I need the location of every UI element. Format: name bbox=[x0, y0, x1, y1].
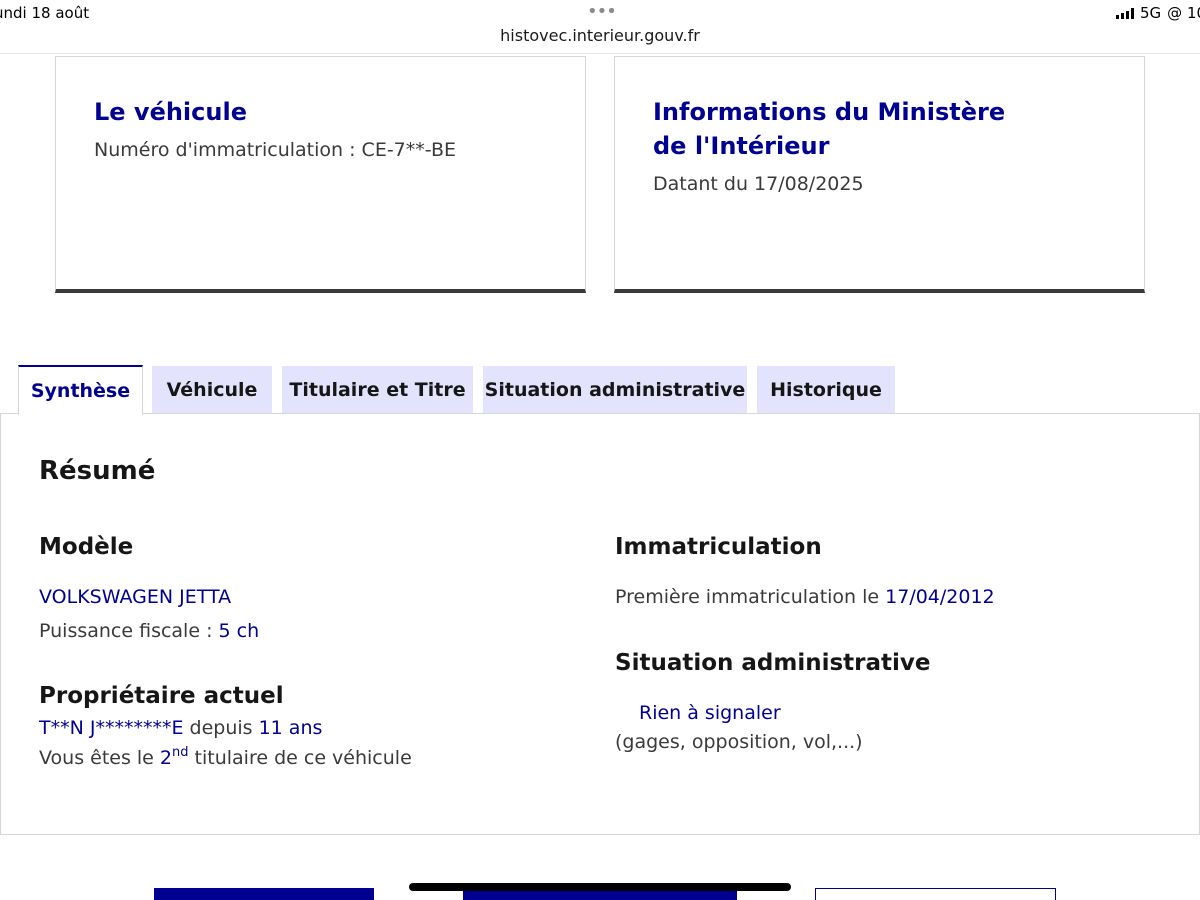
tab-vehicule[interactable]: Véhicule bbox=[152, 366, 272, 414]
owner-rank-number: 2 bbox=[159, 747, 172, 769]
tab-titulaire-et-titre[interactable]: Titulaire et Titre bbox=[282, 366, 473, 414]
ministry-card-title: Informations du Ministère de l'Intérieur bbox=[653, 98, 1006, 160]
home-indicator[interactable] bbox=[409, 883, 791, 891]
fiscal-power-value: 5 ch bbox=[218, 620, 260, 642]
first-registration-label: Première immatriculation le bbox=[615, 586, 886, 608]
registration-heading: Immatriculation bbox=[615, 534, 822, 560]
owner-heading: Propriétaire actuel bbox=[39, 683, 284, 709]
tab-situation-administrative[interactable]: Situation administrative bbox=[483, 366, 747, 414]
owner-rank-prefix: Vous êtes le bbox=[39, 747, 160, 769]
model-name: VOLKSWAGEN JETTA bbox=[39, 586, 232, 608]
model-heading: Modèle bbox=[39, 534, 134, 560]
status-date: undi 18 août bbox=[0, 4, 90, 22]
admin-situation-heading: Situation administrative bbox=[615, 650, 931, 676]
owner-since-label: depuis bbox=[183, 717, 259, 739]
action-button-1[interactable] bbox=[154, 888, 374, 900]
action-button-3[interactable] bbox=[815, 888, 1056, 900]
status-extra: @ 10 bbox=[1167, 4, 1200, 22]
url-text: histovec.interieur.gouv.fr bbox=[500, 26, 700, 45]
synthese-panel: Résumé Modèle VOLKSWAGEN JETTA Puissance… bbox=[0, 413, 1200, 835]
owner-rank-suffix: titulaire de ce véhicule bbox=[188, 747, 412, 769]
admin-details: (gages, opposition, vol,...) bbox=[615, 731, 863, 753]
tab-list: Synthèse Véhicule Titulaire et Titre Sit… bbox=[0, 365, 1200, 415]
first-registration-line: Première immatriculation le 17/04/2012 bbox=[615, 586, 995, 608]
url-bar[interactable]: histovec.interieur.gouv.fr bbox=[0, 26, 1200, 54]
plate-number-line: Numéro d'immatriculation : CE-7**-BE bbox=[94, 139, 456, 161]
fiscal-power-label: Puissance fiscale : bbox=[39, 620, 219, 642]
owner-rank-line: Vous êtes le 2nd titulaire de ce véhicul… bbox=[39, 745, 412, 769]
tab-synthese[interactable]: Synthèse bbox=[18, 365, 143, 415]
status-indicators: 5G @ 10 bbox=[1116, 4, 1200, 22]
signal-icon bbox=[1116, 7, 1134, 19]
ministry-date-line: Datant du 17/08/2025 bbox=[653, 173, 864, 195]
owner-rank-sup: nd bbox=[172, 745, 189, 760]
vehicle-card-title: Le véhicule bbox=[94, 98, 247, 126]
network-label: 5G bbox=[1140, 4, 1162, 22]
more-dots-icon[interactable]: ••• bbox=[587, 1, 617, 22]
admin-status: Rien à signaler bbox=[639, 702, 781, 724]
summary-title: Résumé bbox=[39, 456, 156, 486]
owner-since-value: 11 ans bbox=[258, 717, 323, 739]
first-registration-date: 17/04/2012 bbox=[885, 586, 995, 608]
tab-historique[interactable]: Historique bbox=[757, 366, 895, 414]
owner-line: T**N J********E depuis 11 ans bbox=[39, 717, 322, 739]
fiscal-power-line: Puissance fiscale : 5 ch bbox=[39, 620, 259, 642]
owner-name: T**N J********E bbox=[39, 717, 184, 739]
ministry-card: Informations du Ministère de l'Intérieur… bbox=[614, 56, 1145, 293]
vehicle-card: Le véhicule Numéro d'immatriculation : C… bbox=[55, 56, 586, 293]
